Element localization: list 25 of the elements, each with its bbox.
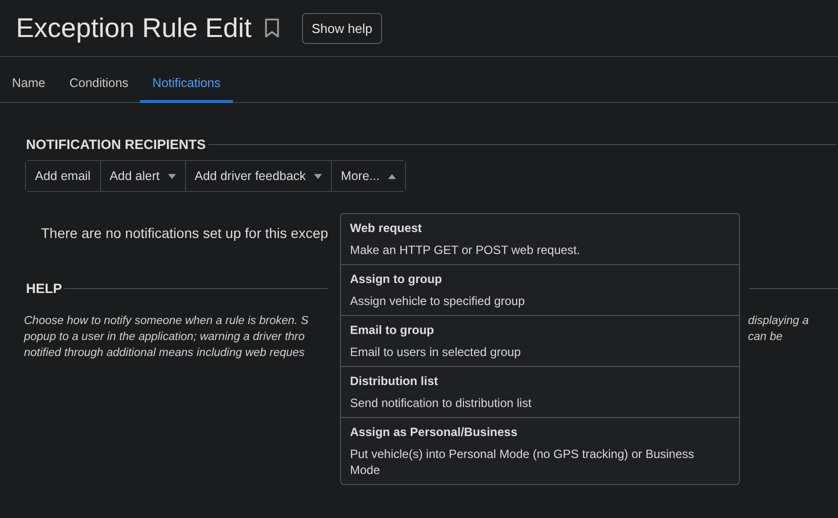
menu-item-title[interactable]: Email to group xyxy=(350,323,729,337)
page-title: Exception Rule Edit xyxy=(16,12,252,44)
show-help-button[interactable]: Show help xyxy=(302,12,382,44)
tab[interactable]: Name xyxy=(0,66,58,103)
menu-item-description: Email to users in selected group xyxy=(350,344,522,360)
menu-item-title[interactable]: Web request xyxy=(350,221,729,235)
menu-item-title[interactable]: Distribution list xyxy=(350,374,729,388)
help-text: displaying a xyxy=(748,314,810,329)
help-text: popup to a user in the application; warning a driver thro xyxy=(24,330,306,345)
dropdown-button[interactable]: More... xyxy=(330,161,405,191)
tab[interactable]: Conditions xyxy=(57,66,140,103)
tab[interactable]: Notifications xyxy=(140,66,233,103)
help-text: notified through additional means including web reques xyxy=(24,346,306,361)
help-text: can be xyxy=(748,330,784,345)
menu-item-description: Make an HTTP GET or POST web request. xyxy=(350,242,582,258)
menu-item-description: Put vehicle(s) into Personal Mode (no GPS tracking) or Business Mode xyxy=(350,446,696,478)
menu-item-description: Assign vehicle to specified group xyxy=(350,293,526,309)
section-heading: NOTIFICATION RECIPIENTS xyxy=(26,137,206,152)
menu-item-title[interactable]: Assign as Personal/Business xyxy=(350,425,729,439)
section-heading: HELP xyxy=(26,281,62,296)
bookmark-icon[interactable] xyxy=(264,18,280,38)
empty-message: There are no notifications set up for this excep xyxy=(41,225,328,241)
help-text: Choose how to notify someone when a rule is broken. S xyxy=(24,314,310,329)
menu-item-title[interactable]: Assign to group xyxy=(350,272,729,286)
menu-item-description: Send notification to distribution list xyxy=(350,395,532,411)
